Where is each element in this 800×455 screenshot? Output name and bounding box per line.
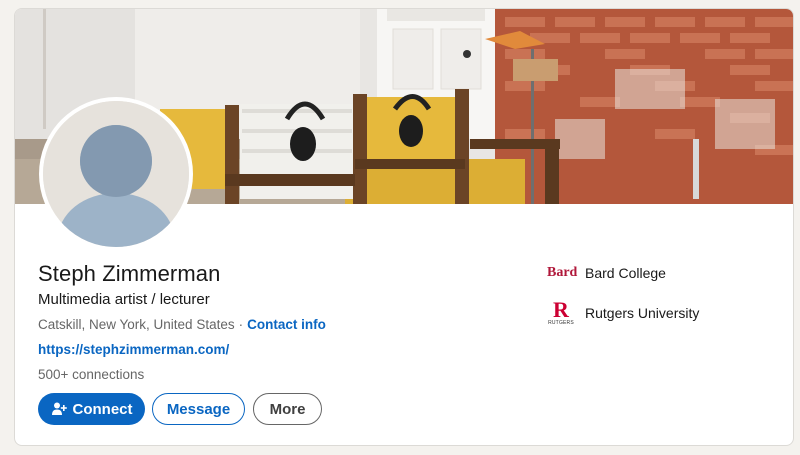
profile-photo[interactable] [39, 97, 193, 251]
more-button-label: More [269, 400, 306, 418]
website-link[interactable]: https://stephzimmerman.com/ [38, 342, 229, 357]
more-button[interactable]: More [253, 393, 322, 425]
education-name: Rutgers University [585, 305, 700, 321]
connect-button-label: Connect [72, 400, 133, 418]
location-line: Catskill, New York, United States · Contac… [38, 317, 326, 332]
message-button-label: Message [166, 400, 231, 418]
profile-location: Catskill, New York, United States [38, 317, 235, 332]
profile-headline: Multimedia artist / lecturer [38, 291, 210, 308]
rutgers-logo-wordmark: RUTGERS [548, 320, 574, 326]
connections-count[interactable]: 500+ connections [38, 367, 144, 382]
profile-name: Steph Zimmerman [38, 261, 221, 286]
education-item-bard[interactable]: Bard Bard College [547, 265, 666, 281]
rutgers-logo: R RUTGERS [547, 297, 575, 327]
avatar-placeholder-icon [43, 101, 189, 247]
profile-card: Steph Zimmerman Multimedia artist / lect… [14, 8, 794, 446]
message-button[interactable]: Message [152, 393, 245, 425]
education-item-rutgers[interactable]: R RUTGERS Rutgers University [547, 297, 700, 327]
contact-info-link[interactable]: Contact info [247, 317, 326, 332]
rutgers-logo-letter: R [553, 297, 569, 322]
add-person-icon [51, 401, 67, 417]
bard-logo: Bard [547, 265, 578, 280]
education-name: Bard College [585, 265, 666, 281]
connect-button[interactable]: Connect [38, 393, 145, 425]
separator-dot: · [238, 317, 244, 332]
